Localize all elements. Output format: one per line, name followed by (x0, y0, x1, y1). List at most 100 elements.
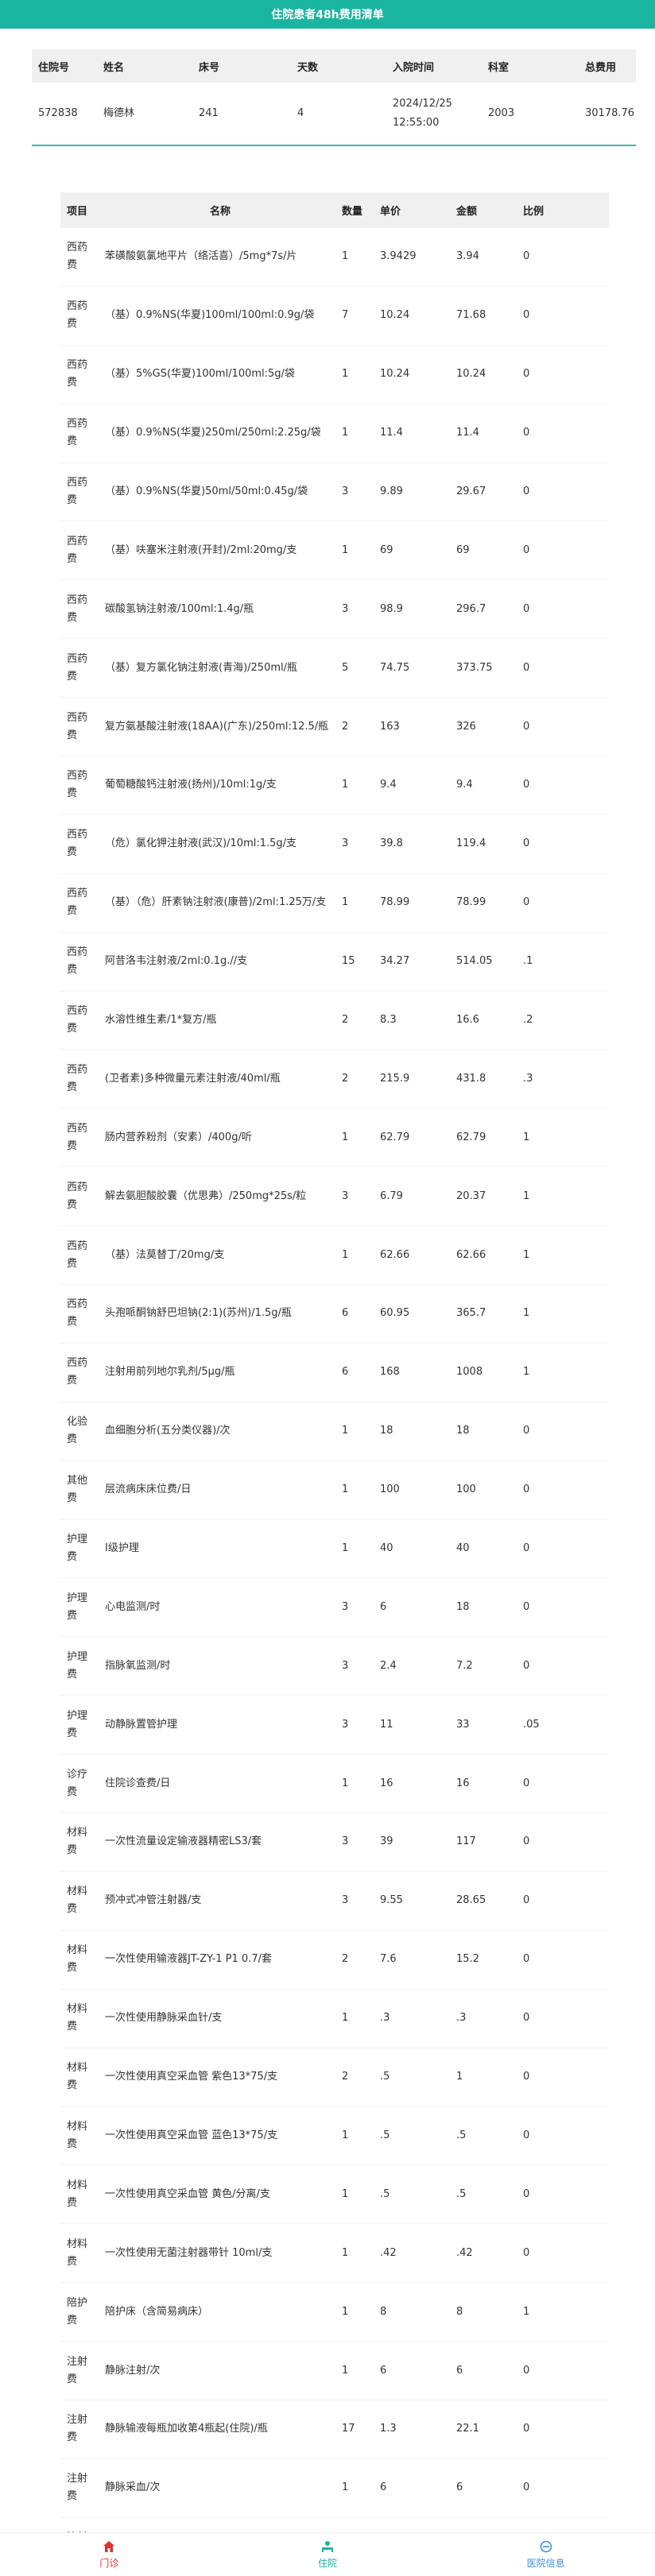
item-category: 西药费 (67, 242, 88, 272)
item-quantity: 2 (342, 1953, 349, 1966)
item-name: 陪护床（含简易病床） (105, 2305, 209, 2318)
item-category: 西药费 (67, 1357, 88, 1387)
item-amount: 100 (456, 1483, 476, 1496)
item-category: 西药费 (67, 300, 88, 331)
table-row: 西药费 葡萄糖酸钙注射液(扬州)/10ml:1g/支 1 9.4 9.4 0 (60, 756, 609, 815)
item-name: （基）复方氯化钠注射液(青海)/250ml/瓶 (105, 661, 297, 674)
item-category: 护理费 (67, 1709, 88, 1739)
item-name: 头孢哌酮钠舒巴坦钠(2:1)(苏州)/1.5g/瓶 (105, 1307, 292, 1320)
item-unit-price: 168 (380, 1366, 400, 1379)
item-unit-price: 62.66 (380, 1248, 410, 1261)
item-ratio: 1 (523, 1131, 530, 1143)
item-unit-price: .5 (380, 2071, 390, 2083)
item-ratio: 0 (523, 2129, 530, 2141)
item-ratio: 0 (523, 250, 530, 263)
table-row: 西药费 阿昔洛韦注射液/2ml:0.1g.//支 15 34.27 514.05 .1 (60, 932, 609, 991)
item-unit-price: 9.89 (380, 485, 403, 497)
item-category: 注射费 (67, 2473, 88, 2503)
item-category: 材料费 (67, 1944, 88, 1975)
item-name: 指脉氧监测/时 (105, 1659, 171, 1672)
table-row: 西药费 （基）（危）肝素钠注射液(康普)/2ml:1.25万/支 1 78.99 78.… (60, 873, 609, 932)
item-unit-price: 11.4 (380, 427, 403, 439)
item-unit-price: 9.55 (380, 1894, 403, 1907)
item-category: 材料费 (67, 2238, 88, 2268)
item-unit-price: 6 (380, 2481, 387, 2494)
item-amount: 62.79 (456, 1131, 486, 1143)
items-header-row: 项目 名称 数量 单价 金额 比例 (60, 192, 609, 228)
nav-inpatient[interactable]: 住院 (219, 2533, 437, 2574)
item-unit-price: 7.6 (380, 1953, 397, 1966)
item-unit-price: 2.4 (380, 1659, 397, 1672)
nav-hospital-info[interactable]: 医院信息 (436, 2533, 655, 2574)
item-quantity: 1 (342, 779, 349, 791)
item-quantity: 3 (342, 1835, 349, 1848)
item-ratio: 0 (523, 1953, 530, 1966)
item-amount: 326 (456, 720, 476, 733)
item-unit-price: 18 (380, 1425, 393, 1437)
item-category: 材料费 (67, 1827, 88, 1857)
item-ratio: .3 (523, 1072, 533, 1085)
item-name: 一次性使用输液器JT-ZY-1 P1 0.7/套 (105, 1953, 272, 1966)
item-amount: 78.99 (456, 896, 486, 909)
item-name: 心电监测/时 (105, 1600, 161, 1613)
item-unit-price: 39 (380, 1835, 393, 1848)
item-category: 西药费 (67, 594, 88, 624)
item-amount: 16 (456, 1777, 470, 1789)
item-quantity: 15 (342, 955, 355, 968)
item-unit-price: 34.27 (380, 955, 410, 968)
item-name: （基）0.9%NS(华夏)50ml/50ml:0.45g/袋 (105, 485, 308, 497)
item-unit-price: 16 (380, 1777, 393, 1789)
item-unit-price: .5 (380, 2129, 390, 2141)
item-unit-price: 6 (380, 1600, 387, 1613)
item-ratio: 0 (523, 1425, 530, 1437)
item-category: 西药费 (67, 829, 88, 859)
nav-outpatient[interactable]: 门诊 (0, 2533, 219, 2574)
item-amount: 9.4 (456, 779, 473, 791)
col-category: 项目 (60, 192, 99, 228)
item-ratio: 0 (523, 779, 530, 791)
table-row: 材料费 一次性使用真空采血管 紫色13*75/支 2 .5 1 0 (60, 2048, 609, 2106)
item-name: 解去氨胆酸胶囊（优思弗）/250mg*25s/粒 (105, 1189, 307, 1202)
item-unit-price: 39.8 (380, 837, 403, 850)
item-ratio: 0 (523, 1777, 530, 1789)
table-row: 西药费 注射用前列地尔乳剂/5μg/瓶 6 168 1008 1 (60, 1343, 609, 1402)
item-amount: 8 (456, 2305, 463, 2318)
item-quantity: 1 (342, 2187, 349, 2200)
table-row: 注射费 静脉采血/次 1 6 6 0 (60, 2458, 609, 2517)
item-category: 西药费 (67, 477, 88, 506)
item-name: 动静脉置管护理 (105, 1718, 178, 1731)
item-category: 西药费 (67, 1063, 88, 1093)
item-unit-price: 62.79 (380, 1131, 410, 1143)
item-ratio: 0 (523, 602, 530, 615)
item-category: 西药费 (67, 1298, 88, 1329)
table-row: 化验费 血细胞分析(五分类仪器)/次 1 18 18 0 (60, 1402, 609, 1460)
item-quantity: 2 (342, 1014, 349, 1027)
item-amount: .5 (456, 2187, 467, 2200)
item-category: 西药费 (67, 770, 88, 800)
item-ratio: 0 (523, 2246, 530, 2259)
bed-no: 241 (192, 83, 291, 146)
department: 2003 (482, 83, 579, 146)
item-amount: 33 (456, 1718, 470, 1731)
item-unit-price: 6 (380, 2364, 387, 2377)
page-title: 住院患者48h费用清单 (271, 9, 384, 21)
item-name: (卫者素)多种微量元素注射液/40ml/瓶 (105, 1072, 281, 1085)
item-name: （基）0.9%NS(华夏)250ml/250ml:2.25g/袋 (105, 427, 321, 439)
table-row: 西药费 水溶性维生素/1*复方/瓶 2 8.3 16.6 .2 (60, 991, 609, 1050)
item-ratio: 1 (523, 2305, 530, 2318)
item-amount: 10.24 (456, 368, 486, 381)
item-quantity: 1 (342, 250, 349, 263)
item-name: 一次性使用真空采血管 紫色13*75/支 (105, 2071, 278, 2083)
table-row: 西药费 解去氨胆酸胶囊（优思弗）/250mg*25s/粒 3 6.79 20.37 1 (60, 1166, 609, 1226)
patient-header-row: 住院号 姓名 床号 天数 入院时间 科室 总费用 (32, 49, 636, 83)
item-quantity: 1 (342, 2246, 349, 2259)
col-department: 科室 (482, 49, 579, 83)
item-ratio: 0 (523, 896, 530, 909)
table-row: 注射费 静脉输液每瓶加收第4瓶起(住院)/瓶 17 1.3 22.1 0 (60, 2400, 609, 2458)
fee-items-table: 项目 名称 数量 单价 金额 比例 西药费 苯磺酸氨氯地平片（络活喜）/5mg*7… (60, 192, 609, 2576)
item-quantity: 1 (342, 2012, 349, 2025)
item-ratio: 1 (523, 1189, 530, 1202)
item-amount: 514.05 (456, 955, 493, 968)
item-name: 一次性使用静脉采血针/支 (105, 2012, 223, 2025)
item-unit-price: 215.9 (380, 1072, 410, 1085)
